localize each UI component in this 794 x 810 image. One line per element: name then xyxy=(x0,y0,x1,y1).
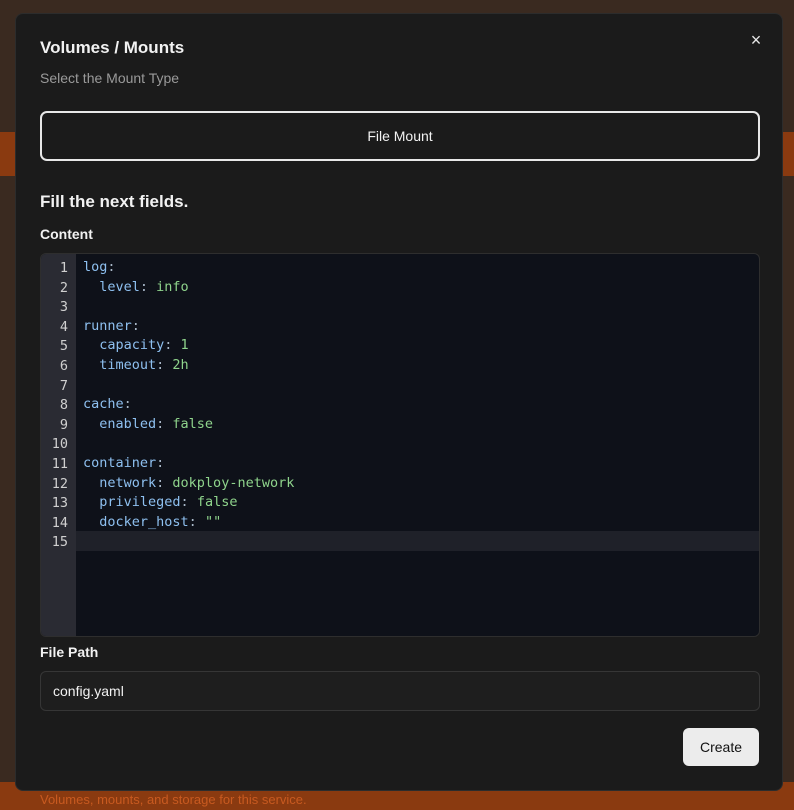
yaml-punctuation: : xyxy=(139,278,157,295)
yaml-key: network xyxy=(83,474,157,491)
yaml-key: level xyxy=(83,278,140,295)
code-line[interactable]: privileged: false xyxy=(83,492,759,512)
section-title: Fill the next fields. xyxy=(40,192,189,211)
content-label: Content xyxy=(40,226,93,242)
yaml-value: 1 xyxy=(180,337,189,354)
code-line[interactable]: cache: xyxy=(83,394,759,414)
create-button[interactable]: Create xyxy=(683,728,759,766)
yaml-key: docker_host xyxy=(83,513,189,530)
yaml-key: enabled xyxy=(83,415,157,432)
code-line[interactable]: capacity: 1 xyxy=(83,335,759,355)
yaml-value: false xyxy=(196,494,238,511)
code-line[interactable] xyxy=(76,531,759,552)
volumes-mounts-dialog: × Volumes / Mounts Select the Mount Type… xyxy=(15,13,783,791)
code-line[interactable]: network: dokploy-network xyxy=(83,473,759,493)
dialog-title: Volumes / Mounts xyxy=(40,38,185,57)
file-path-input[interactable]: config.yaml xyxy=(40,671,760,711)
yaml-key: log xyxy=(83,259,108,275)
code-line[interactable]: enabled: false xyxy=(83,414,759,434)
line-number: 5 xyxy=(59,338,68,355)
yaml-key: runner xyxy=(83,317,132,334)
yaml-punctuation: : xyxy=(156,474,173,491)
yaml-value: info xyxy=(156,278,189,295)
line-number: 8 xyxy=(59,397,68,414)
line-number: 12 xyxy=(51,475,68,492)
yaml-punctuation: : xyxy=(164,337,181,354)
yaml-key: capacity xyxy=(83,337,165,354)
line-number: 3 xyxy=(59,299,68,316)
code-line[interactable] xyxy=(83,296,759,316)
yaml-punctuation: : xyxy=(180,494,197,511)
code-line[interactable]: level: info xyxy=(83,277,759,297)
code-line[interactable]: log: xyxy=(83,257,759,277)
code-line[interactable]: timeout: 2h xyxy=(83,355,759,375)
code-line[interactable]: runner: xyxy=(83,316,759,336)
yaml-punctuation: : xyxy=(188,513,205,530)
line-number: 6 xyxy=(59,358,68,374)
line-number: 10 xyxy=(51,436,68,453)
content-code-editor[interactable]: 1 log: 2 level: info 3 4 runner: 5 capacity: 1… xyxy=(40,253,760,637)
yaml-value: false xyxy=(172,415,214,432)
yaml-value: dokploy-network xyxy=(172,474,295,491)
line-number: 14 xyxy=(51,514,68,531)
yaml-key: cache xyxy=(83,396,124,413)
yaml-key: timeout xyxy=(83,357,157,373)
file-path-label: File Path xyxy=(40,644,99,660)
line-number: 4 xyxy=(59,318,68,335)
yaml-punctuation: : xyxy=(156,357,173,373)
yaml-value: 2h xyxy=(172,357,189,373)
line-number: 9 xyxy=(59,416,68,433)
yaml-punctuation: : xyxy=(131,317,140,334)
code-line[interactable]: docker_host: "" xyxy=(83,512,759,532)
code-line[interactable]: container: xyxy=(83,453,759,473)
yaml-punctuation: : xyxy=(156,455,165,471)
line-number: 13 xyxy=(51,495,68,512)
yaml-value: "" xyxy=(204,513,222,530)
yaml-punctuation: : xyxy=(156,415,173,432)
line-number: 1 xyxy=(59,260,68,276)
close-icon[interactable]: × xyxy=(746,30,766,50)
yaml-punctuation: : xyxy=(123,396,132,413)
yaml-key: privileged xyxy=(83,494,181,511)
line-number: 2 xyxy=(59,279,68,296)
line-number: 7 xyxy=(59,377,68,394)
backdrop-footer-text: Volumes, mounts, and storage for this se… xyxy=(40,792,307,807)
yaml-key: container xyxy=(83,455,157,471)
code-line[interactable] xyxy=(83,375,759,395)
dialog-subtitle: Select the Mount Type xyxy=(40,70,180,86)
file-mount-button[interactable]: File Mount xyxy=(40,111,760,161)
code-line[interactable] xyxy=(83,433,759,453)
line-number: 15 xyxy=(51,534,68,551)
line-number: 11 xyxy=(51,456,68,472)
yaml-punctuation: : xyxy=(107,259,116,275)
